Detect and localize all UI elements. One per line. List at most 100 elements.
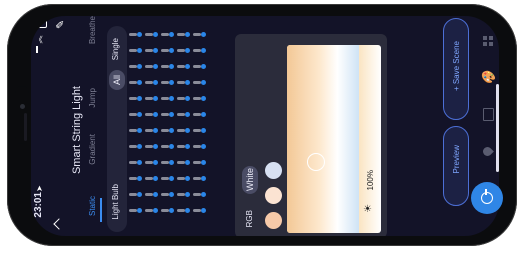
bulb-dot[interactable] bbox=[185, 112, 190, 117]
power-icon bbox=[481, 189, 493, 204]
white-mode-button[interactable]: White bbox=[242, 166, 258, 194]
bulb-dot[interactable] bbox=[201, 80, 206, 85]
bulb-dot[interactable] bbox=[201, 128, 206, 133]
page-title: Smart String Light bbox=[71, 86, 83, 175]
bulb-dot[interactable] bbox=[169, 160, 174, 165]
bulb-dot[interactable] bbox=[137, 192, 142, 197]
bulb-stem bbox=[177, 97, 185, 100]
bulb-dot[interactable] bbox=[201, 64, 206, 69]
tab-jump[interactable]: Jump bbox=[88, 88, 97, 108]
bulb-stem bbox=[177, 209, 185, 212]
picker-handle[interactable] bbox=[307, 153, 325, 171]
bulb-dot[interactable] bbox=[201, 32, 206, 37]
bulb-dot[interactable] bbox=[201, 48, 206, 53]
front-camera bbox=[20, 104, 25, 109]
bulb-dot[interactable] bbox=[153, 160, 158, 165]
bulb-dot[interactable] bbox=[185, 64, 190, 69]
bulb-dot[interactable] bbox=[201, 160, 206, 165]
select-all-button[interactable]: All bbox=[109, 70, 125, 90]
bulb-dot[interactable] bbox=[169, 64, 174, 69]
select-single-button[interactable]: Single bbox=[111, 38, 120, 60]
sidebar-grid-icon[interactable] bbox=[483, 36, 493, 46]
tab-static[interactable]: Static bbox=[88, 196, 97, 216]
bulb-dot[interactable] bbox=[137, 128, 142, 133]
bulb-dot[interactable] bbox=[185, 192, 190, 197]
bulb-dot[interactable] bbox=[169, 144, 174, 149]
bulb-dot[interactable] bbox=[185, 96, 190, 101]
bulb-dot[interactable] bbox=[137, 160, 142, 165]
bulb-dot[interactable] bbox=[153, 192, 158, 197]
bulb-dot[interactable] bbox=[137, 208, 142, 213]
bulb-dot[interactable] bbox=[153, 80, 158, 85]
bulb-stem bbox=[129, 145, 137, 148]
bulb-dot[interactable] bbox=[201, 176, 206, 181]
bulb-dot[interactable] bbox=[185, 48, 190, 53]
bulb-dot[interactable] bbox=[153, 48, 158, 53]
bulb-dot[interactable] bbox=[137, 112, 142, 117]
bulb-stem bbox=[129, 33, 137, 36]
bulb-grid[interactable] bbox=[129, 29, 239, 234]
save-scene-label: + Save Scene bbox=[452, 41, 461, 92]
tab-gradient[interactable]: Gradient bbox=[88, 134, 97, 165]
bulb-dot[interactable] bbox=[153, 96, 158, 101]
tab-breathe[interactable]: Breathe bbox=[88, 16, 97, 44]
bulb-dot[interactable] bbox=[137, 64, 142, 69]
bulb-dot[interactable] bbox=[153, 32, 158, 37]
bulb-dot[interactable] bbox=[201, 112, 206, 117]
bulb-dot[interactable] bbox=[137, 32, 142, 37]
bulb-dot[interactable] bbox=[137, 48, 142, 53]
bulb-dot[interactable] bbox=[137, 96, 142, 101]
bulb-stem bbox=[161, 193, 169, 196]
bulb-dot[interactable] bbox=[137, 144, 142, 149]
bulb-stem bbox=[161, 161, 169, 164]
bulb-dot[interactable] bbox=[153, 208, 158, 213]
bulb-dot[interactable] bbox=[153, 176, 158, 181]
bulb-stem bbox=[193, 81, 201, 84]
bulb-dot[interactable] bbox=[185, 144, 190, 149]
bulb-dot[interactable] bbox=[185, 208, 190, 213]
bulb-dot[interactable] bbox=[185, 32, 190, 37]
bulb-dot[interactable] bbox=[201, 208, 206, 213]
bulb-dot[interactable] bbox=[169, 80, 174, 85]
bulb-dot[interactable] bbox=[185, 80, 190, 85]
bulb-dot[interactable] bbox=[169, 112, 174, 117]
bulb-dot[interactable] bbox=[169, 192, 174, 197]
bulb-dot[interactable] bbox=[185, 176, 190, 181]
swatch-peach[interactable] bbox=[265, 212, 282, 229]
bulb-stem bbox=[129, 177, 137, 180]
preview-button[interactable]: Preview bbox=[443, 126, 469, 206]
bulb-dot[interactable] bbox=[153, 112, 158, 117]
sidebar-scene-icon[interactable] bbox=[483, 108, 494, 121]
swatch-lavender[interactable] bbox=[265, 162, 282, 179]
bulb-dot[interactable] bbox=[153, 128, 158, 133]
bulb-stem bbox=[177, 193, 185, 196]
bulb-dot[interactable] bbox=[153, 144, 158, 149]
back-icon[interactable] bbox=[53, 218, 65, 230]
bulb-stem bbox=[161, 145, 169, 148]
wifi-icon: ︽ bbox=[34, 35, 44, 44]
bulb-dot[interactable] bbox=[185, 160, 190, 165]
power-button[interactable] bbox=[471, 182, 503, 214]
bulb-dot[interactable] bbox=[185, 128, 190, 133]
bulb-dot[interactable] bbox=[169, 32, 174, 37]
bulb-stem bbox=[145, 193, 153, 196]
swatch-cream[interactable] bbox=[265, 187, 282, 204]
bulb-dot[interactable] bbox=[169, 96, 174, 101]
edit-icon[interactable]: ✎ bbox=[54, 20, 67, 29]
sidebar-palette-icon[interactable]: 🎨 bbox=[481, 70, 496, 84]
bulb-dot[interactable] bbox=[169, 48, 174, 53]
bulb-dot[interactable] bbox=[137, 80, 142, 85]
bulb-stem bbox=[129, 193, 137, 196]
bulb-dot[interactable] bbox=[201, 96, 206, 101]
bulb-dot[interactable] bbox=[201, 192, 206, 197]
bulb-dot[interactable] bbox=[169, 208, 174, 213]
bulb-stem bbox=[193, 129, 201, 132]
save-scene-button[interactable]: + Save Scene bbox=[443, 18, 469, 120]
bulb-stem bbox=[177, 49, 185, 52]
bulb-stem bbox=[161, 113, 169, 116]
bulb-dot[interactable] bbox=[169, 176, 174, 181]
bulb-dot[interactable] bbox=[153, 64, 158, 69]
bulb-dot[interactable] bbox=[201, 144, 206, 149]
bulb-dot[interactable] bbox=[169, 128, 174, 133]
bulb-dot[interactable] bbox=[137, 176, 142, 181]
